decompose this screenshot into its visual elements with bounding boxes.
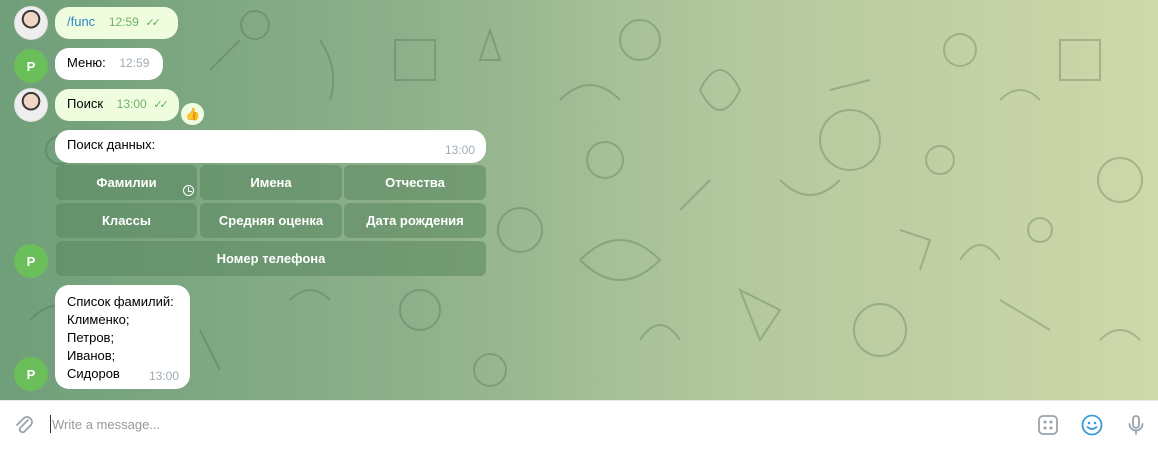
clock-icon [183, 185, 194, 196]
message-bubble: Поиск 13:00 ✓✓ [55, 89, 179, 121]
read-checks-icon: ✓✓ [145, 17, 161, 29]
message-input[interactable]: Write a message... [52, 417, 160, 432]
button-label: Отчества [385, 175, 445, 190]
keyboard-button-surnames[interactable]: Фамилии [56, 165, 197, 200]
message-time: 12:59 [119, 56, 150, 70]
bot-avatar[interactable]: P [14, 357, 48, 391]
read-checks-icon: ✓✓ [153, 99, 169, 111]
message-time: 12:59 [108, 15, 139, 29]
keyboard-button-patronymics[interactable]: Отчества [344, 165, 486, 200]
message-line: Клименко; [67, 312, 130, 327]
avatar-letter: P [26, 58, 36, 74]
button-label: Средняя оценка [218, 213, 324, 228]
bot-avatar[interactable]: P [14, 49, 48, 83]
message-text: Поиск данных: [67, 137, 156, 152]
chat-area: /func 12:59 ✓✓ P Меню: 12:59 Поиск 13:00… [0, 0, 1158, 400]
thumbs-up-icon: 👍 [185, 107, 200, 121]
message-time: 13:00 [444, 143, 475, 157]
message-line: Иванов; [67, 348, 116, 363]
message-bubble: /func 12:59 ✓✓ [55, 7, 178, 39]
button-label: Классы [102, 213, 151, 228]
user-avatar[interactable] [14, 88, 48, 122]
keyboard-button-names[interactable]: Имена [200, 165, 342, 200]
command-text[interactable]: /func [67, 14, 95, 29]
message-bubble: Список фамилий: Клименко; Петров; Иванов… [55, 285, 190, 389]
keyboard-button-classes[interactable]: Классы [56, 203, 197, 238]
button-label: Имена [250, 175, 292, 190]
button-label: Номер телефона [216, 251, 326, 266]
message-line: Список фамилий: [67, 294, 174, 309]
keyboard-button-average-grade[interactable]: Средняя оценка [200, 203, 342, 238]
message-line: Петров; [67, 330, 115, 345]
message-text: Поиск [67, 96, 104, 111]
reaction-badge[interactable]: 👍 [181, 103, 204, 125]
message-time: 13:00 [116, 97, 147, 111]
bot-commands-icon[interactable] [1036, 413, 1060, 437]
message-bubble: Поиск данных: 13:00 [55, 130, 486, 163]
user-avatar[interactable] [14, 6, 48, 40]
message-text: Меню: [67, 55, 106, 70]
emoji-icon[interactable] [1080, 413, 1104, 437]
message-bubble: Меню: 12:59 [55, 48, 163, 80]
message-time: 13:00 [148, 369, 179, 383]
button-label: Дата рождения [366, 213, 464, 228]
keyboard-button-birth-date[interactable]: Дата рождения [344, 203, 486, 238]
button-label: Фамилии [96, 175, 157, 190]
avatar-letter: P [26, 366, 36, 382]
keyboard-button-phone[interactable]: Номер телефона [56, 241, 486, 276]
message-composer: Write a message... [0, 400, 1158, 450]
paperclip-icon[interactable] [12, 413, 36, 437]
bot-avatar[interactable]: P [14, 244, 48, 278]
avatar-letter: P [26, 253, 36, 269]
microphone-icon[interactable] [1124, 413, 1148, 437]
text-caret [50, 415, 51, 433]
